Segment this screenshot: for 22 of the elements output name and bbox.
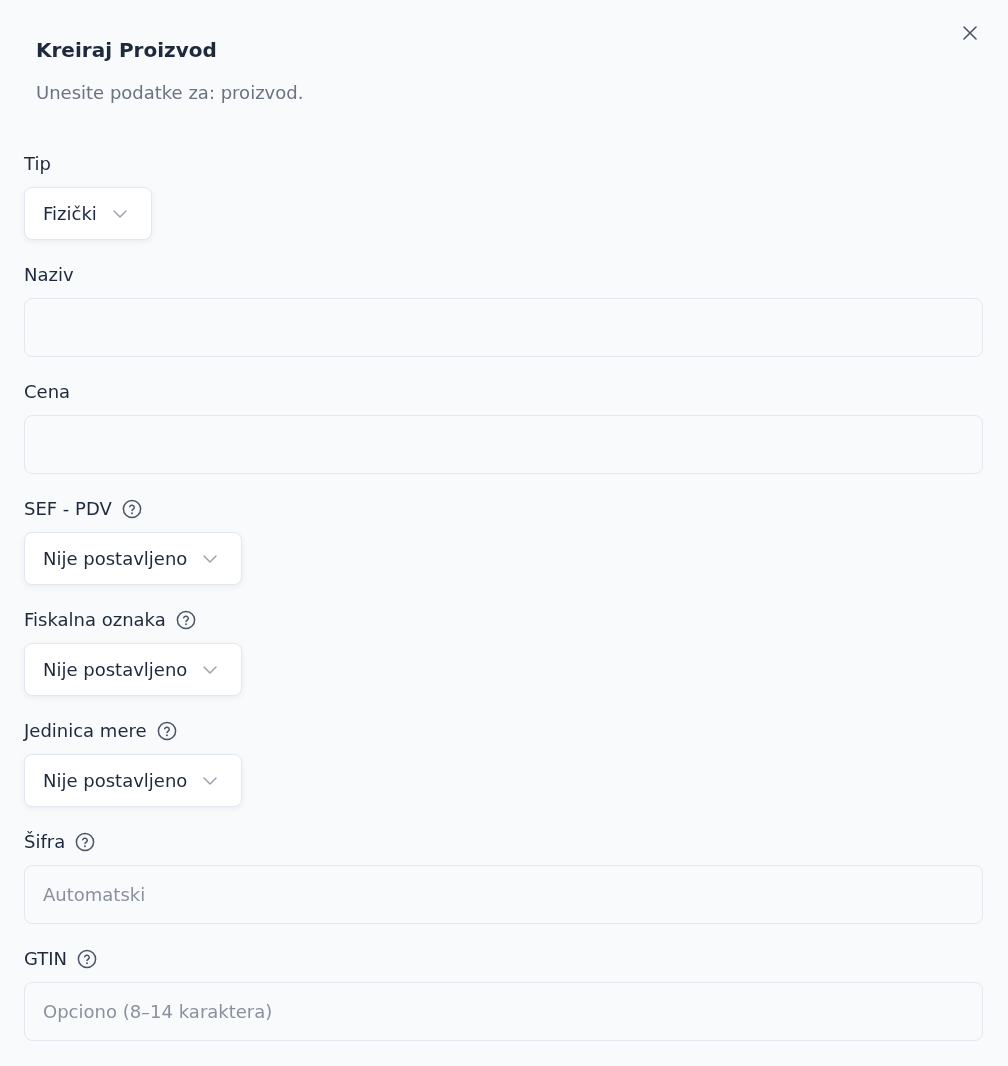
dialog-title: Kreiraj Proizvod: [36, 37, 218, 63]
chevron-down-icon: [203, 554, 218, 563]
close-icon: [963, 26, 977, 40]
dialog-description: Unesite podatke za: proizvod.: [36, 81, 305, 105]
select-dropdown[interactable]: Nije postavljeno: [24, 643, 243, 696]
input-field[interactable]: Opciono (8–14 karaktera): [24, 982, 983, 1041]
chevron-down-icon: [112, 209, 127, 218]
input-field[interactable]: Automatski: [24, 865, 983, 924]
field-label: Šifra: [24, 830, 66, 854]
field-label: Fiskalna oznaka: [24, 608, 166, 632]
select-dropdown[interactable]: Fizički: [24, 187, 152, 240]
field-label: Naziv: [24, 263, 74, 287]
select-dropdown[interactable]: Nije postavljeno: [24, 532, 243, 585]
select-dropdown[interactable]: Nije postavljeno: [24, 754, 243, 807]
chevron-down-icon: [203, 776, 218, 785]
close-button[interactable]: [960, 23, 980, 43]
field-label: Cena: [24, 380, 71, 404]
field-label: Tip: [24, 152, 51, 176]
field-label: SEF - PDV: [24, 497, 112, 521]
chevron-down-icon: [203, 665, 218, 674]
field-label: Jedinica mere: [24, 719, 147, 743]
field-label: GTIN: [24, 947, 68, 971]
